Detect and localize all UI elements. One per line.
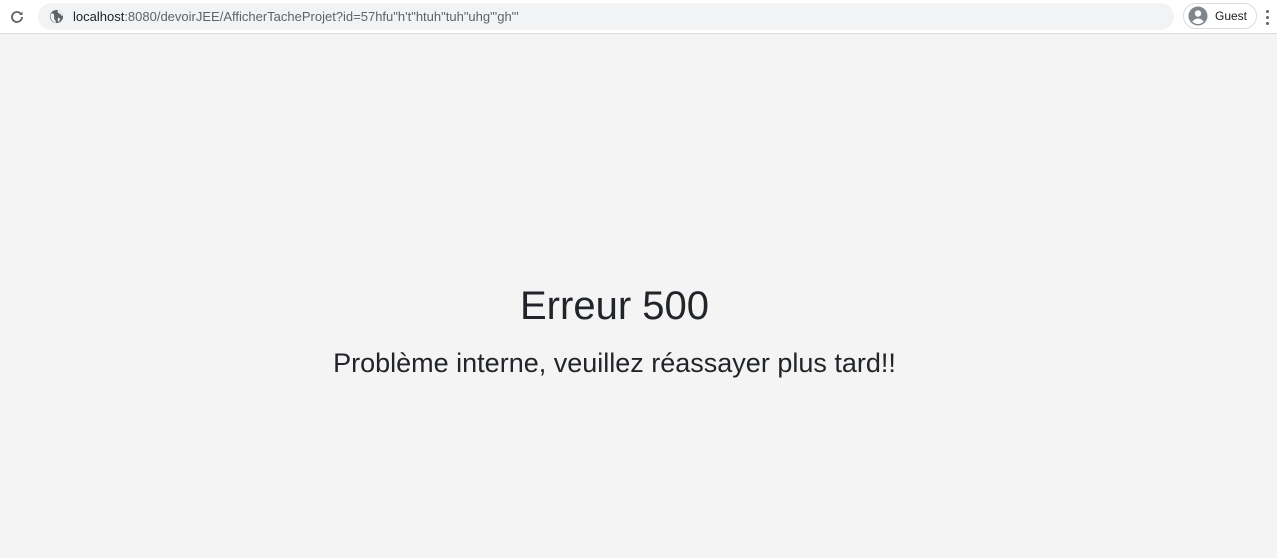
url-host: localhost bbox=[73, 9, 125, 24]
account-circle-icon bbox=[1188, 6, 1208, 26]
page-content: Erreur 500 Problème interne, veuillez ré… bbox=[0, 34, 1277, 558]
error-title: Erreur 500 bbox=[520, 284, 709, 328]
profile-label: Guest bbox=[1215, 9, 1248, 23]
reload-button[interactable] bbox=[5, 5, 29, 29]
reload-icon bbox=[11, 11, 23, 23]
browser-toolbar: localhost:8080/devoirJEE/AfficherTachePr… bbox=[0, 0, 1277, 34]
error-message: Problème interne, veuillez réassayer plu… bbox=[333, 348, 896, 378]
profile-button[interactable]: Guest bbox=[1183, 3, 1257, 29]
more-vertical-icon[interactable] bbox=[1260, 5, 1274, 29]
url-path: :8080/devoirJEE/AfficherTacheProjet?id=5… bbox=[124, 9, 519, 24]
url-text[interactable]: localhost:8080/devoirJEE/AfficherTachePr… bbox=[73, 9, 519, 24]
address-bar[interactable]: localhost:8080/devoirJEE/AfficherTachePr… bbox=[38, 3, 1174, 30]
globe-icon[interactable] bbox=[48, 9, 64, 25]
